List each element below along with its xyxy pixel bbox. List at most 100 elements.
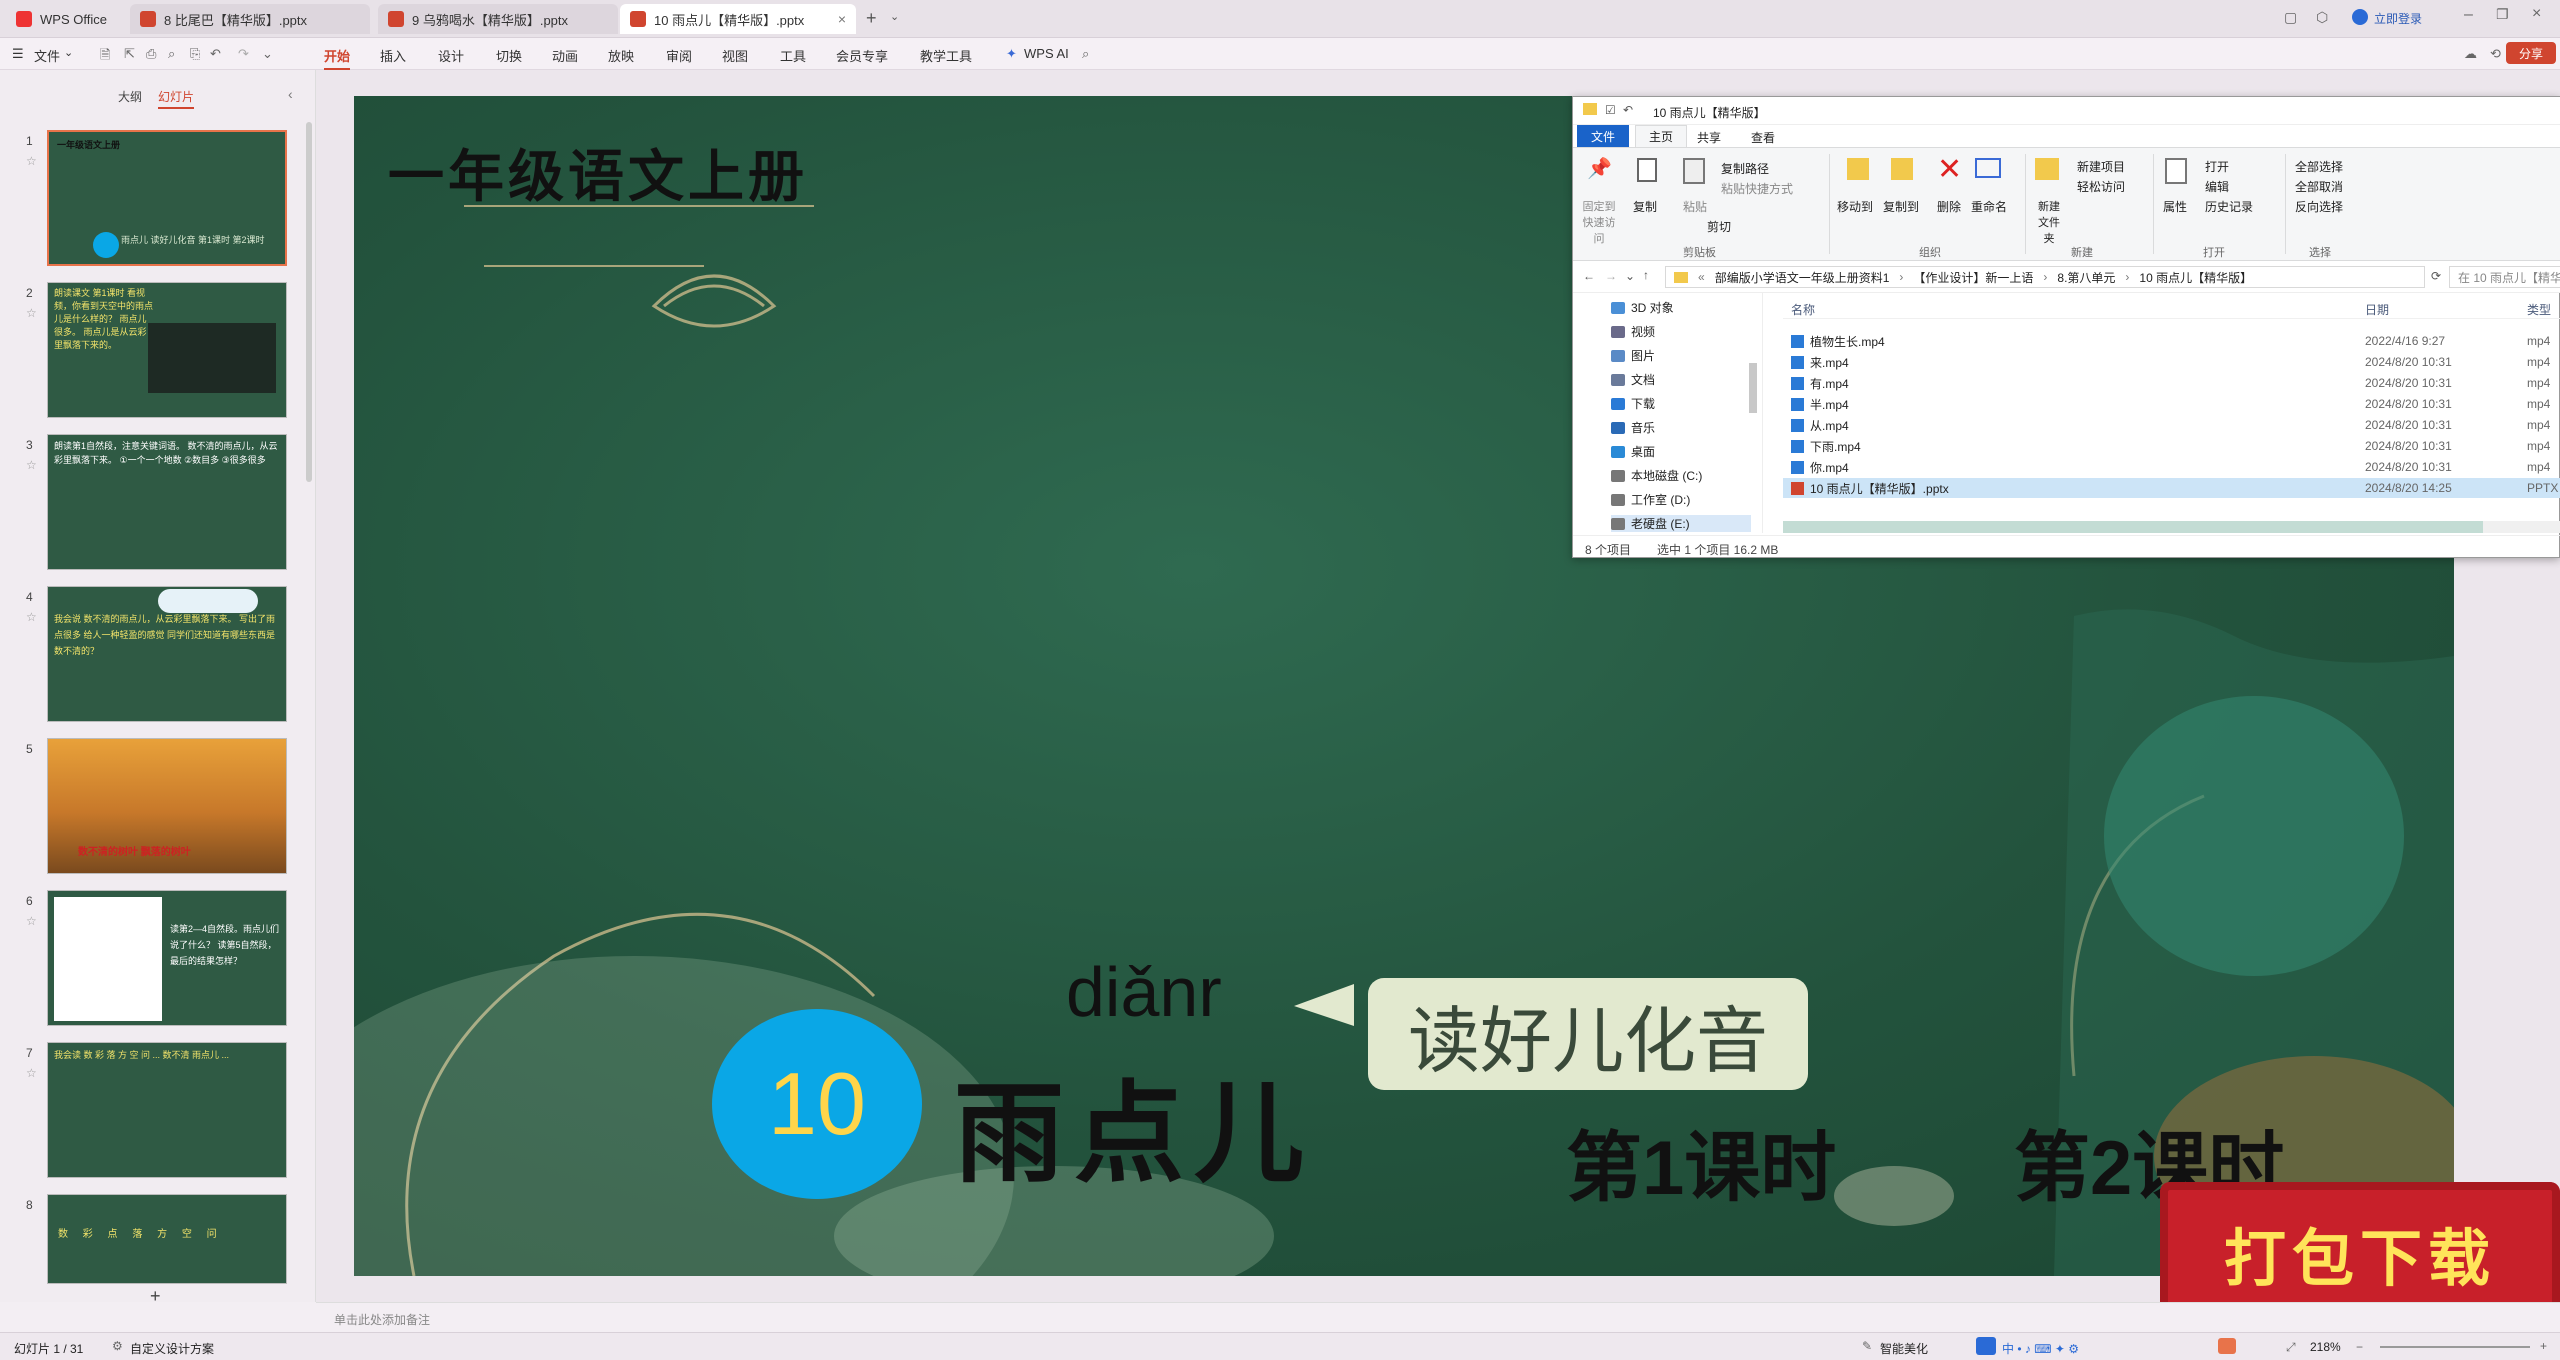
- restore-button[interactable]: ❐: [2496, 6, 2509, 23]
- new-folder-icon[interactable]: [2035, 158, 2059, 180]
- refresh-icon[interactable]: ⟳: [2431, 269, 2441, 283]
- outline-tab[interactable]: 大纲: [118, 88, 142, 105]
- copy-to-icon[interactable]: [1891, 158, 1913, 180]
- tab-wps-home[interactable]: WPS Office: [6, 4, 124, 34]
- copy-path-button[interactable]: 复制路径: [1721, 160, 1769, 177]
- file-row[interactable]: 从.mp4 2024/8/20 10:31 mp4: [1783, 415, 2560, 435]
- slide-thumb-5[interactable]: 数不清的树叶 飘落的树叶: [47, 738, 287, 874]
- open-button[interactable]: 打开: [2205, 158, 2229, 175]
- tree-item[interactable]: 3D 对象: [1611, 299, 1674, 316]
- column-type[interactable]: 类型: [2527, 301, 2551, 318]
- add-slide-button[interactable]: +: [150, 1286, 161, 1307]
- properties-button[interactable]: 属性: [2163, 198, 2187, 215]
- redo-icon[interactable]: ↷: [238, 46, 249, 62]
- undo-icon[interactable]: ↶: [210, 46, 221, 62]
- slides-tab[interactable]: 幻灯片: [158, 88, 195, 109]
- new-folder-button[interactable]: 新建文件夹: [2033, 198, 2065, 246]
- ime-icon[interactable]: [1976, 1337, 1996, 1355]
- tree-item[interactable]: 下载: [1611, 395, 1655, 412]
- close-icon[interactable]: ×: [828, 11, 846, 27]
- scrollbar-thumb[interactable]: [1783, 521, 2483, 533]
- ime-status-icons[interactable]: 中 • ♪ ⌨ ✦ ⚙: [2002, 1340, 2079, 1357]
- slide-thumb-8[interactable]: 数 彩 点 落 方 空 问: [47, 1194, 287, 1284]
- pin-icon[interactable]: 📌: [1587, 156, 1612, 181]
- ribbon-tab-file[interactable]: 文件: [1577, 125, 1629, 147]
- format-icon[interactable]: ⎘: [190, 46, 200, 62]
- wps-ai-button[interactable]: WPS AI: [1024, 46, 1069, 61]
- delete-button[interactable]: 删除: [1937, 198, 1961, 215]
- paste-label[interactable]: 粘贴: [1683, 198, 1707, 215]
- period-1[interactable]: 第1课时: [1566, 1106, 1836, 1216]
- edit-button[interactable]: 编辑: [2205, 178, 2229, 195]
- menu-tab-member[interactable]: 会员专享: [836, 46, 888, 65]
- menu-tab-slideshow[interactable]: 放映: [608, 46, 634, 65]
- breadcrumb-item[interactable]: 10 雨点儿【精华版】: [2139, 269, 2252, 286]
- zoom-in-button[interactable]: +: [2540, 1339, 2547, 1353]
- minimize-button[interactable]: –: [2464, 6, 2473, 24]
- menu-tab-review[interactable]: 审阅: [666, 46, 692, 65]
- notes-placeholder[interactable]: 单击此处添加备注: [334, 1311, 430, 1328]
- zoom-level[interactable]: 218%: [2310, 1340, 2341, 1354]
- menu-tab-start[interactable]: 开始: [324, 46, 351, 70]
- ribbon-tab-view[interactable]: 查看: [1751, 129, 1775, 146]
- menu-tab-insert[interactable]: 插入: [380, 46, 406, 65]
- hamburger-icon[interactable]: ☰: [12, 46, 24, 62]
- star-icon[interactable]: ☆: [26, 154, 37, 168]
- chevron-down-icon[interactable]: ⌄: [64, 46, 73, 59]
- ribbon-tab-share[interactable]: 共享: [1697, 129, 1721, 146]
- design-scheme-button[interactable]: 自定义设计方案: [130, 1340, 214, 1357]
- copy-to-button[interactable]: 复制到: [1883, 198, 1919, 215]
- tree-item[interactable]: 音乐: [1611, 419, 1655, 436]
- history-button[interactable]: 历史记录: [2205, 198, 2253, 215]
- scrollbar[interactable]: [306, 122, 312, 482]
- file-row-selected[interactable]: 10 雨点儿【精华版】.pptx 2024/8/20 14:25 PPTX: [1783, 478, 2560, 498]
- move-to-icon[interactable]: [1847, 158, 1869, 180]
- print-icon[interactable]: ⎙: [146, 46, 156, 62]
- menu-tab-view[interactable]: 视图: [722, 46, 748, 65]
- tab-document-active[interactable]: 10 雨点儿【精华版】.pptx ×: [620, 4, 856, 34]
- fit-icon[interactable]: ⤢: [2286, 1340, 2296, 1355]
- move-to-button[interactable]: 移动到: [1837, 198, 1873, 215]
- search-icon[interactable]: ⌕: [1082, 46, 1089, 62]
- nav-scrollbar[interactable]: [1749, 363, 1757, 413]
- slide-thumb-6[interactable]: 读第2—4自然段。雨点儿们说了什么？ 读第5自然段，最后的结果怎样？: [47, 890, 287, 1026]
- menu-tab-transition[interactable]: 切换: [496, 46, 522, 65]
- collapse-icon[interactable]: ‹: [288, 86, 293, 102]
- star-icon[interactable]: ☆: [26, 610, 37, 624]
- recent-icon[interactable]: ⌄: [1625, 269, 1635, 283]
- tree-item[interactable]: 桌面: [1611, 443, 1655, 460]
- close-window-button[interactable]: ×: [2532, 5, 2541, 23]
- tab-document[interactable]: 9 乌鸦喝水【精华版】.pptx: [378, 4, 618, 34]
- preview-icon[interactable]: ⌕: [168, 46, 175, 62]
- quick-access-icon[interactable]: ☑: [1605, 103, 1616, 117]
- tree-item[interactable]: 本地磁盘 (C:): [1611, 467, 1702, 484]
- column-name[interactable]: 名称: [1791, 301, 1815, 318]
- copy-label[interactable]: 复制: [1633, 198, 1657, 215]
- notes-pane[interactable]: 单击此处添加备注: [316, 1302, 2560, 1332]
- save-icon[interactable]: 🗎: [100, 46, 110, 68]
- new-item-button[interactable]: 新建项目: [2077, 158, 2125, 175]
- address-bar[interactable]: « 部编版小学语文一年级上册资料1 › 【作业设计】新一上语 › 8.第八单元 …: [1665, 266, 2425, 288]
- file-row[interactable]: 来.mp4 2024/8/20 10:31 mp4: [1783, 352, 2560, 372]
- tree-item[interactable]: 文档: [1611, 371, 1655, 388]
- file-row[interactable]: 植物生长.mp4 2022/4/16 9:27 mp4: [1783, 331, 2560, 351]
- horizontal-scrollbar[interactable]: [1783, 521, 2560, 533]
- star-icon[interactable]: ☆: [26, 914, 37, 928]
- cut-button[interactable]: 剪切: [1707, 218, 1731, 235]
- slide-thumb-3[interactable]: 朗读第1自然段，注意关键词语。 数不清的雨点儿，从云彩里飘落下来。 ①一个一个地…: [47, 434, 287, 570]
- slideshow-icon[interactable]: [2218, 1338, 2236, 1354]
- copy-icon[interactable]: [1637, 158, 1657, 182]
- cloud-icon[interactable]: ☁: [2464, 46, 2477, 62]
- tree-item[interactable]: 图片: [1611, 347, 1655, 364]
- menu-tab-animation[interactable]: 动画: [552, 46, 578, 65]
- file-menu[interactable]: 文件: [34, 46, 60, 65]
- star-icon[interactable]: ☆: [26, 1066, 37, 1080]
- new-tab-icon[interactable]: +: [866, 8, 877, 29]
- up-icon[interactable]: ↑: [1643, 268, 1649, 282]
- paste-icon[interactable]: [1683, 158, 1705, 184]
- properties-icon[interactable]: [2165, 158, 2187, 184]
- file-row[interactable]: 有.mp4 2024/8/20 10:31 mp4: [1783, 373, 2560, 393]
- more-icon[interactable]: ⌄: [262, 46, 273, 62]
- menu-tab-tools[interactable]: 工具: [780, 46, 806, 65]
- export-icon[interactable]: ⇱: [124, 46, 135, 62]
